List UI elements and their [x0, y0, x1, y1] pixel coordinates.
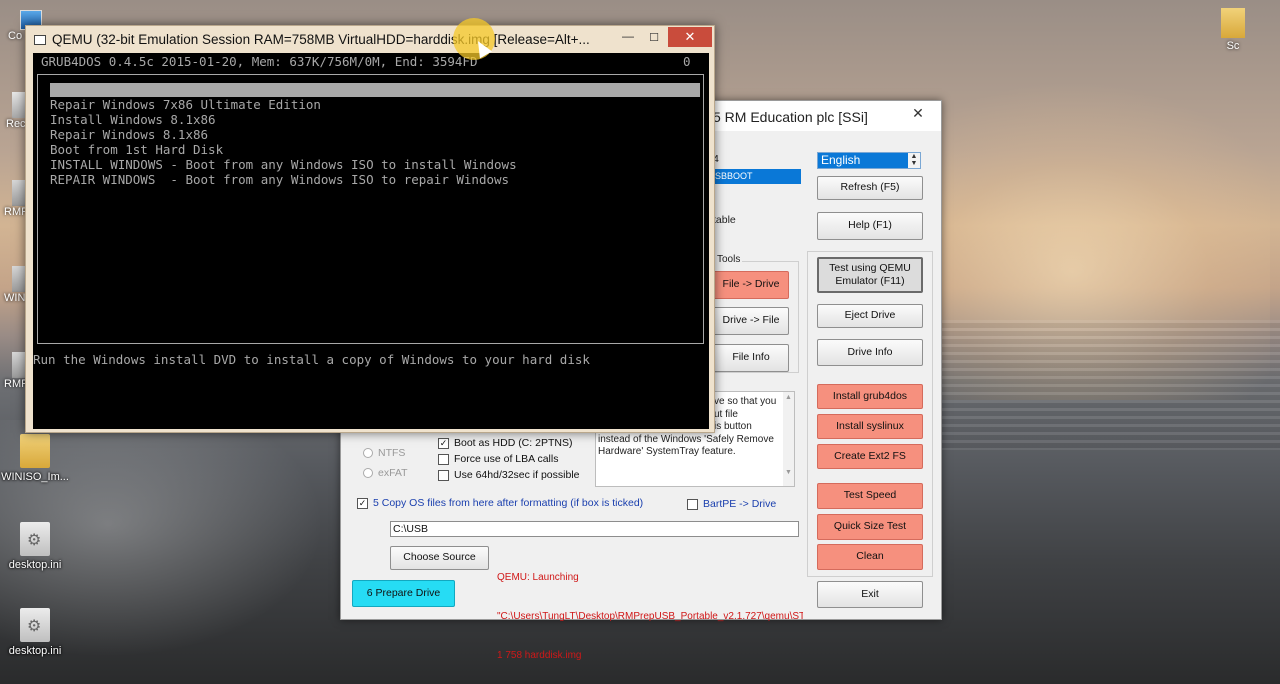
force-lba-label: Force use of LBA calls [454, 453, 559, 465]
language-select[interactable]: English ▲ ▼ [817, 152, 921, 169]
exit-button[interactable]: Exit [817, 581, 923, 608]
app-icon [12, 180, 26, 206]
grub-header: GRUB4DOS 0.4.5c 2015-01-20, Mem: 637K/75… [41, 54, 478, 69]
clean-button[interactable]: Clean [817, 544, 923, 570]
boot-menu-item-selected[interactable]: ▶ Install Windows 7x86 Ultimate Edition [44, 83, 700, 111]
radio-icon[interactable] [363, 468, 373, 478]
bartpe-option[interactable]: BartPE -> Drive [687, 498, 776, 510]
exfat-label: exFAT [378, 467, 408, 479]
quick-size-test-button[interactable]: Quick Size Test [817, 514, 923, 540]
install-syslinux-button[interactable]: Install syslinux [817, 414, 923, 439]
bartpe-label: BartPE -> Drive [703, 498, 777, 510]
app-icon [12, 352, 26, 378]
source-path-input[interactable]: C:\USB [390, 521, 799, 537]
settings-file-icon [20, 522, 50, 556]
radio-icon[interactable] [363, 448, 373, 458]
qemu-title: QEMU (32-bit Emulation Session RAM=758MB… [52, 32, 590, 47]
use-64hd-label: Use 64hd/32sec if possible [454, 469, 580, 481]
tools-group-label: Tools [715, 254, 743, 265]
desktop-icon-label: desktop.ini [8, 559, 62, 571]
desktop-icon-winiso[interactable]: WINISO_Im... [0, 434, 70, 483]
install-grub4dos-button[interactable]: Install grub4dos [817, 384, 923, 409]
info-line: Hardware' SystemTray feature. [598, 446, 736, 457]
checkbox-checked-icon[interactable]: ✓ [438, 437, 449, 449]
desktop-icon-desktop-ini-2[interactable]: desktop.ini [0, 608, 70, 657]
force-lba-option[interactable]: Force use of LBA calls [438, 453, 558, 465]
desktop-icon-label: desktop.ini [8, 645, 62, 657]
boot-menu-item[interactable]: Install Windows 8.1x86 [50, 113, 700, 127]
close-icon[interactable]: ✕ [903, 103, 933, 123]
desktop-icon-label: WIN [4, 292, 26, 304]
choose-source-button[interactable]: Choose Source [390, 546, 489, 570]
scrollbar[interactable]: ▲ ▼ [783, 392, 794, 486]
qemu-window: QEMU (32-bit Emulation Session RAM=758MB… [25, 25, 715, 433]
grub-header-counter: 0 [683, 54, 691, 69]
settings-file-icon [20, 608, 50, 642]
test-qemu-button[interactable]: Test using QEMU Emulator (F11) [817, 257, 923, 293]
boot-menu-item[interactable]: Repair Windows 7x86 Ultimate Edition [50, 98, 700, 112]
boot-menu-item[interactable]: Boot from 1st Hard Disk [50, 143, 700, 157]
bootable-label-fragment: table [713, 214, 736, 226]
test-speed-button[interactable]: Test Speed [817, 483, 923, 509]
desktop-icon-label: Sc [1226, 40, 1240, 52]
wallpaper-sea [940, 320, 1280, 450]
status-line: "C:\Users\TungLT\Desktop\RMPrepUSB_Porta… [497, 611, 803, 622]
desktop-icon-desktop-ini-1[interactable]: desktop.ini [0, 522, 70, 571]
desktop-icon-win[interactable]: WIN [4, 266, 26, 304]
checkbox-checked-icon[interactable]: ✓ [357, 497, 368, 509]
checkbox-icon[interactable] [438, 469, 449, 481]
language-value: English [821, 153, 861, 167]
status-message: QEMU: Launching "C:\Users\TungLT\Desktop… [497, 545, 803, 684]
create-ext2-button[interactable]: Create Ext2 FS [817, 444, 923, 469]
minimize-icon[interactable]: — [618, 29, 638, 47]
boot-menu-item[interactable]: REPAIR WINDOWS - Boot from any Windows I… [50, 173, 700, 187]
file-to-drive-button[interactable]: File -> Drive [713, 271, 789, 299]
checkbox-icon[interactable] [438, 453, 449, 465]
desktop-icon-label: WINISO_Im... [1, 471, 69, 483]
use-64hd-option[interactable]: Use 64hd/32sec if possible [438, 469, 580, 481]
qemu-app-icon [34, 35, 46, 45]
rmprepusb-title: 5 RM Education plc [SSi] [713, 109, 868, 125]
maximize-icon[interactable]: ☐ [644, 29, 664, 47]
checkbox-icon[interactable] [687, 498, 698, 510]
desktop-icon-sc[interactable]: Sc [1216, 8, 1250, 52]
boot-menu-item[interactable]: Repair Windows 8.1x86 [50, 128, 700, 142]
qemu-screen[interactable]: GRUB4DOS 0.4.5c 2015-01-20, Mem: 637K/75… [33, 53, 709, 429]
folder-icon [1221, 8, 1245, 38]
drive-to-file-button[interactable]: Drive -> File [713, 307, 789, 335]
drive-info-button[interactable]: Drive Info [817, 339, 923, 366]
file-info-button[interactable]: File Info [713, 344, 789, 372]
boot-menu-item[interactable]: INSTALL WINDOWS - Boot from any Windows … [50, 158, 700, 172]
selection-arrow-icon: ▶ [44, 84, 51, 95]
help-button[interactable]: Help (F1) [817, 212, 923, 240]
spinner-icon[interactable]: ▲ ▼ [908, 153, 920, 168]
app-icon [12, 266, 26, 292]
close-icon[interactable]: ✕ [668, 27, 712, 47]
folder-icon [20, 434, 50, 468]
boot-menu: ▶ Install Windows 7x86 Ultimate Edition R… [37, 74, 704, 344]
copy-os-files-option[interactable]: ✓ 5 Copy OS files from here after formatt… [357, 497, 643, 509]
desktop-icon-label: Co [8, 30, 23, 42]
cursor-highlight [453, 18, 495, 60]
info-line: instead of the Windows 'Safely Remove [598, 433, 774, 445]
boot-menu-help-text: Run the Windows install DVD to install a… [33, 352, 590, 367]
ntfs-label: NTFS [378, 447, 406, 459]
prepare-drive-button[interactable]: 6 Prepare Drive [352, 580, 455, 607]
desktop-icon-label: Rec [6, 118, 26, 130]
copy-os-files-label: 5 Copy OS files from here after formatti… [373, 497, 644, 509]
selected-drive-row[interactable]: SBBOOT [713, 169, 801, 184]
exfat-option[interactable]: exFAT [363, 467, 408, 479]
refresh-button[interactable]: Refresh (F5) [817, 176, 923, 200]
ntfs-option[interactable]: NTFS [363, 447, 405, 459]
boot-as-hdd-option[interactable]: ✓ Boot as HDD (C: 2PTNS) [438, 437, 572, 449]
qemu-titlebar[interactable]: QEMU (32-bit Emulation Session RAM=758MB… [26, 26, 714, 52]
status-line: 1 758 harddisk.img [497, 650, 582, 661]
eject-drive-button[interactable]: Eject Drive [817, 304, 923, 328]
status-line: QEMU: Launching [497, 572, 579, 583]
boot-as-hdd-label: Boot as HDD (C: 2PTNS) [454, 437, 573, 449]
